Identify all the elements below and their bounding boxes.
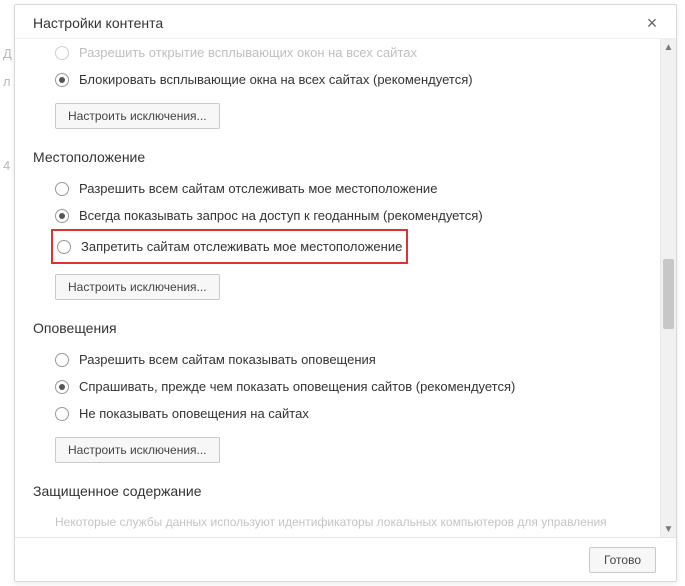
radio-icon — [55, 73, 69, 87]
radio-label: Спрашивать, прежде чем показать оповещен… — [79, 379, 515, 394]
radio-icon — [57, 240, 71, 254]
popups-allow-option[interactable]: Разрешить открытие всплывающих окон на в… — [33, 45, 650, 66]
notifications-block-option[interactable]: Не показывать оповещения на сайтах — [33, 400, 650, 427]
radio-icon — [55, 209, 69, 223]
scroll-up-icon[interactable]: ▲ — [661, 39, 676, 55]
notifications-manage-exceptions-button[interactable]: Настроить исключения... — [55, 437, 220, 463]
protected-heading: Защищенное содержание — [33, 483, 650, 499]
close-icon[interactable]: × — [642, 14, 662, 32]
radio-label: Разрешить всем сайтам показывать оповеще… — [79, 352, 376, 367]
radio-label: Запретить сайтам отслеживать мое местопо… — [81, 239, 402, 254]
radio-label: Разрешить открытие всплывающих окон на в… — [79, 45, 417, 60]
protected-description: Некоторые службы данных используют идент… — [33, 509, 650, 529]
notifications-heading: Оповещения — [33, 320, 650, 336]
dialog-body: Разрешить открытие всплывающих окон на в… — [15, 39, 676, 537]
radio-label: Не показывать оповещения на сайтах — [79, 406, 309, 421]
radio-icon — [55, 407, 69, 421]
popups-block-option[interactable]: Блокировать всплывающие окна на всех сай… — [33, 66, 650, 93]
popups-manage-exceptions-button[interactable]: Настроить исключения... — [55, 103, 220, 129]
location-manage-exceptions-button[interactable]: Настроить исключения... — [55, 274, 220, 300]
scroll-content: Разрешить открытие всплывающих окон на в… — [15, 39, 660, 537]
notifications-allow-option[interactable]: Разрешить всем сайтам показывать оповеще… — [33, 346, 650, 373]
location-block-highlight: Запретить сайтам отслеживать мое местопо… — [51, 229, 408, 264]
content-settings-dialog: Настройки контента × Разрешить открытие … — [14, 4, 677, 582]
radio-icon — [55, 46, 69, 60]
scroll-down-icon[interactable]: ▼ — [661, 521, 676, 537]
radio-icon — [55, 182, 69, 196]
location-heading: Местоположение — [33, 149, 650, 165]
background-hint-letters: Дл4 — [3, 40, 12, 180]
radio-icon — [55, 353, 69, 367]
radio-label: Всегда показывать запрос на доступ к гео… — [79, 208, 483, 223]
done-button[interactable]: Готово — [589, 547, 656, 573]
radio-label: Блокировать всплывающие окна на всех сай… — [79, 72, 473, 87]
location-block-option[interactable]: Запретить сайтам отслеживать мое местопо… — [53, 233, 402, 260]
location-allow-option[interactable]: Разрешить всем сайтам отслеживать мое ме… — [33, 175, 650, 202]
dialog-header: Настройки контента × — [15, 5, 676, 39]
location-ask-option[interactable]: Всегда показывать запрос на доступ к гео… — [33, 202, 650, 229]
dialog-title: Настройки контента — [33, 15, 163, 31]
radio-label: Разрешить всем сайтам отслеживать мое ме… — [79, 181, 437, 196]
scrollbar-thumb[interactable] — [663, 259, 674, 329]
radio-icon — [55, 380, 69, 394]
notifications-ask-option[interactable]: Спрашивать, прежде чем показать оповещен… — [33, 373, 650, 400]
dialog-footer: Готово — [15, 537, 676, 581]
scrollbar[interactable]: ▲ ▼ — [660, 39, 676, 537]
